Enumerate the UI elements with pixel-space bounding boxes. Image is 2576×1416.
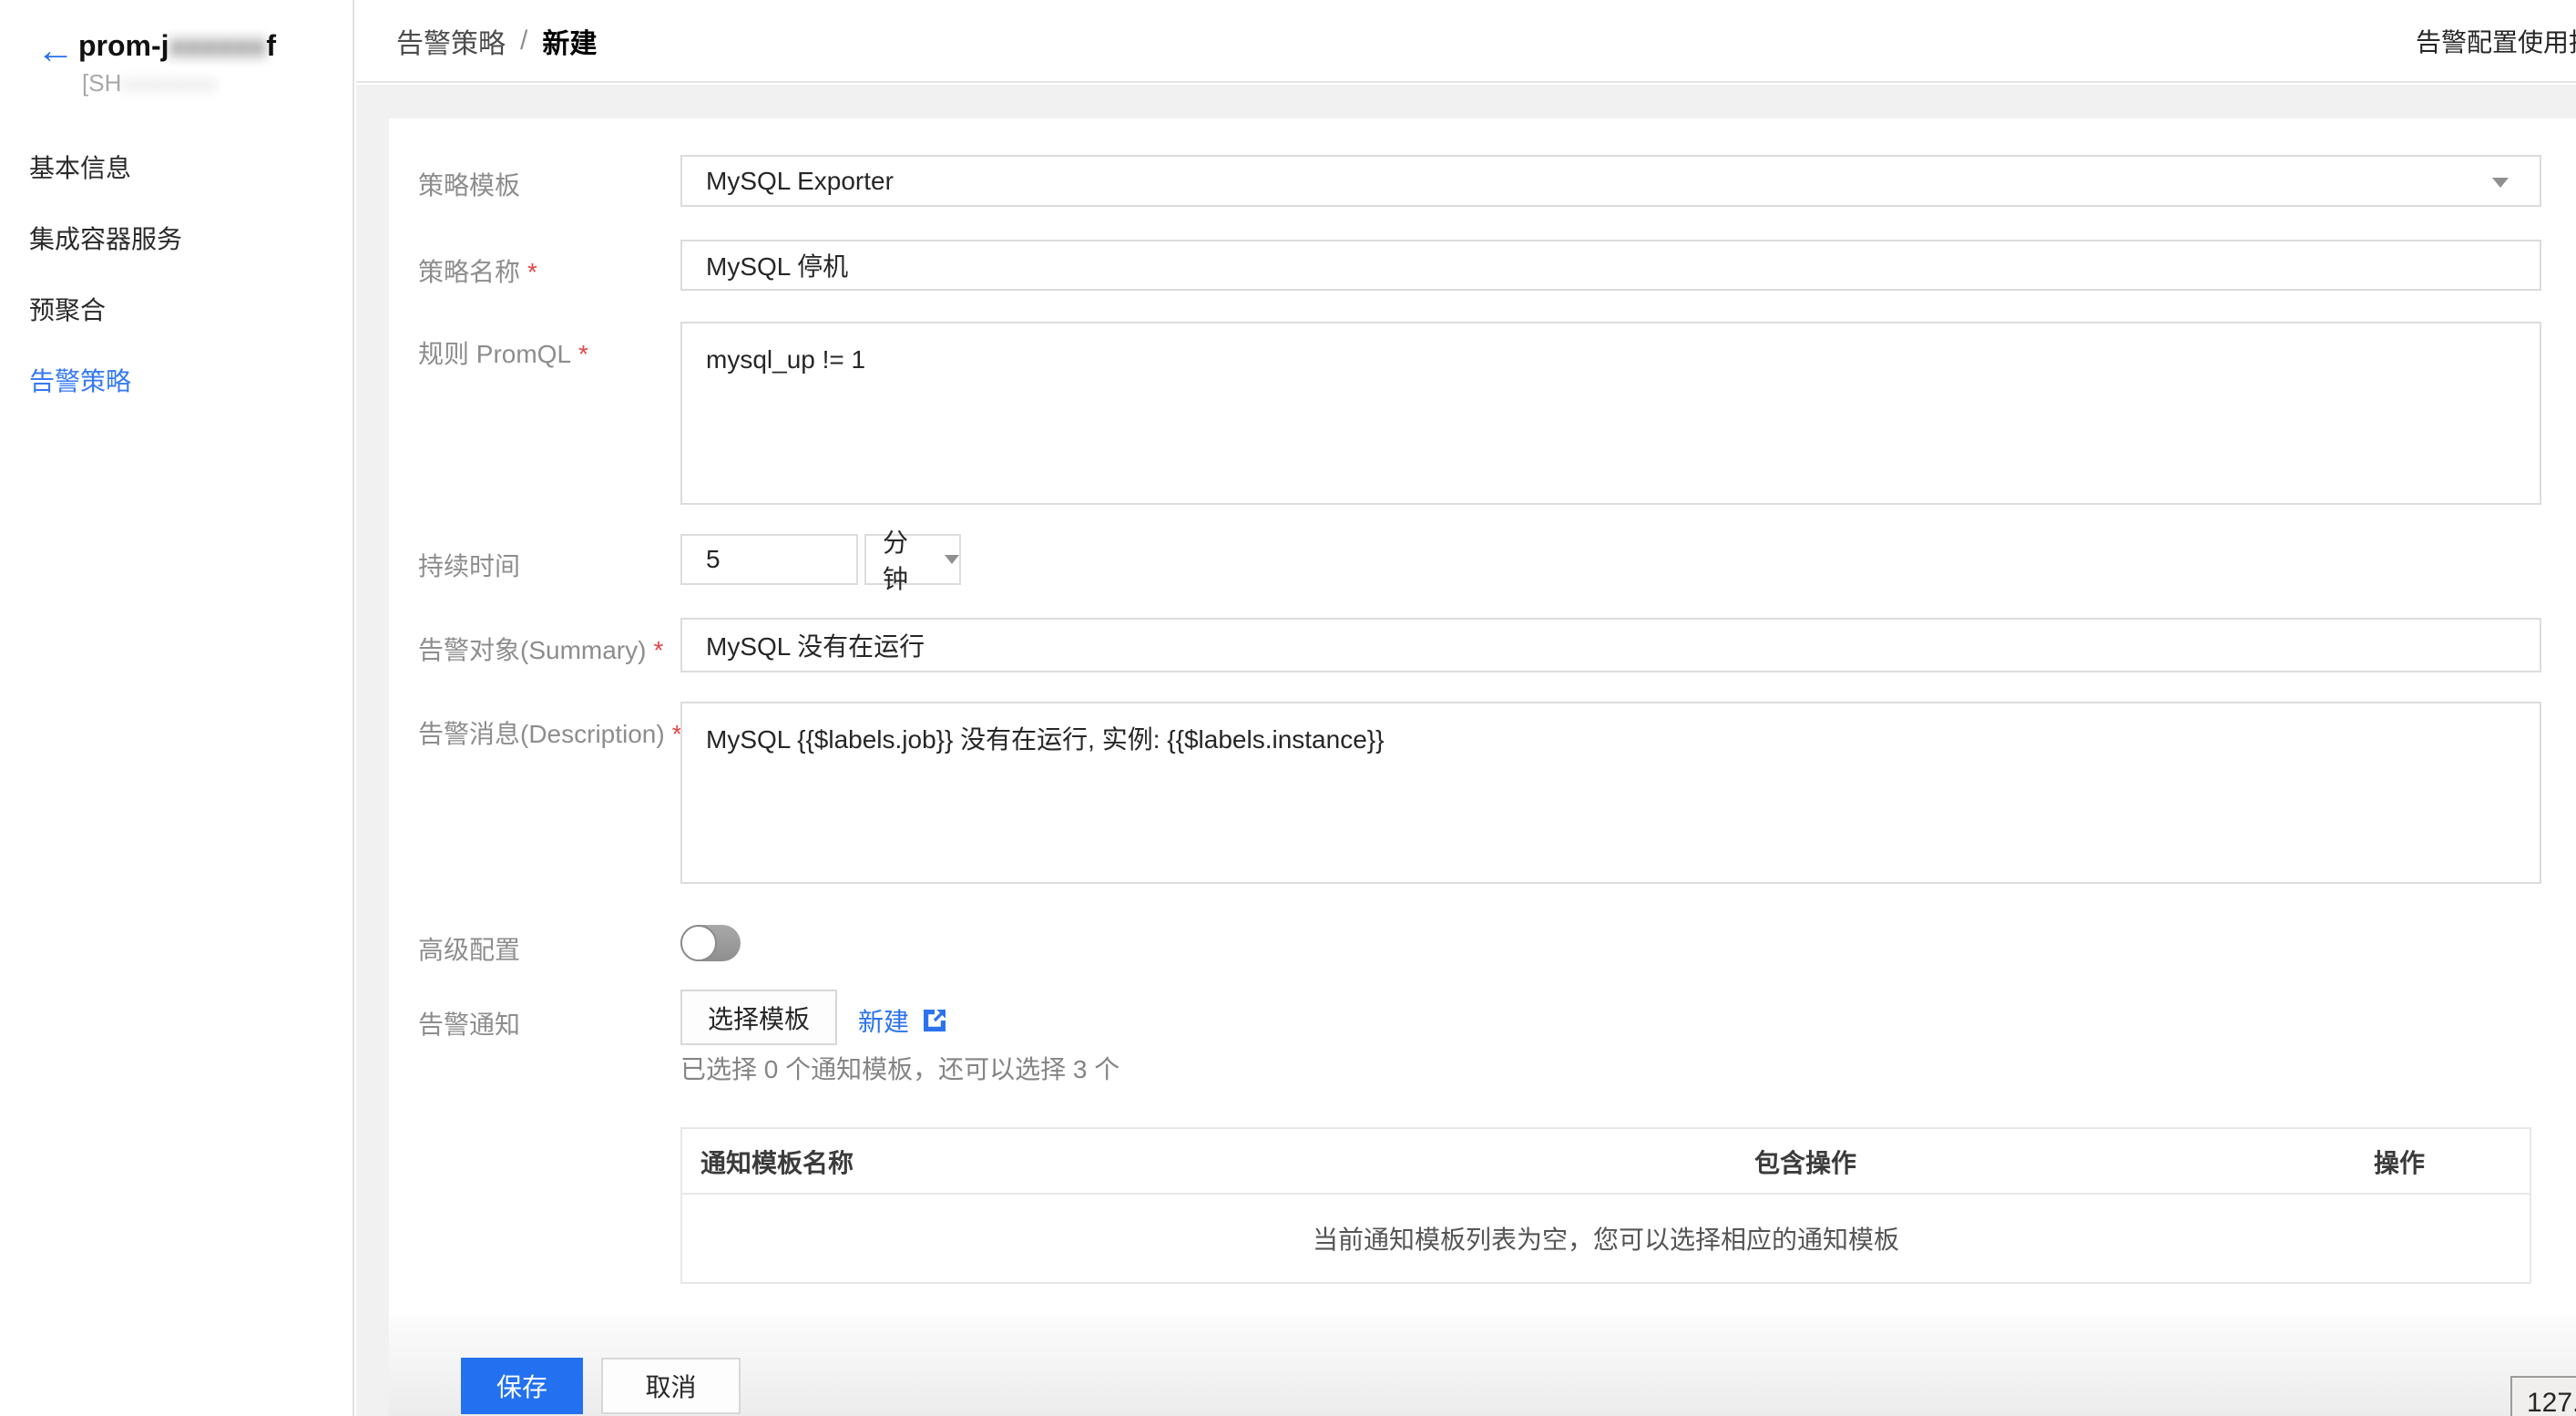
new-template-link-text: 新建	[858, 1002, 909, 1039]
policy-template-value: MySQL Exporter	[706, 167, 894, 196]
promql-label-text: 规则 PromQL	[418, 340, 571, 368]
sidebar-item-container-service[interactable]: 集成容器服务	[0, 204, 353, 275]
instance-title-suffix: f	[266, 29, 276, 62]
required-mark: *	[653, 636, 663, 664]
duration-unit-select[interactable]: 分钟	[864, 534, 961, 585]
policy-name-label-text: 策略名称	[418, 258, 520, 286]
footer-action-bar: 保存 取消	[389, 1315, 2576, 1416]
instance-subtitle: [SHxxxxxxxx	[82, 69, 216, 97]
column-header-template-name: 通知模板名称	[700, 1129, 854, 1195]
policy-template-select[interactable]: MySQL Exporter	[680, 155, 2541, 207]
sidebar: ← prom-jxxxxxxf [SHxxxxxxxx 基本信息 集成容器服务 …	[0, 0, 354, 1416]
toggle-knob	[680, 925, 717, 961]
instance-title-prefix: prom-j	[78, 29, 169, 62]
topbar: 告警策略 / 新建 告警配置使用指南	[356, 0, 2576, 83]
new-template-link[interactable]: 新建	[858, 1002, 949, 1039]
description-label-text: 告警消息(Description)	[418, 720, 665, 748]
alert-notification-label: 告警通知	[418, 1005, 520, 1041]
duration-input[interactable]: 5	[680, 534, 858, 585]
summary-input[interactable]: MySQL 没有在运行	[680, 618, 2541, 672]
advanced-config-toggle[interactable]	[680, 925, 741, 961]
table-header-row: 通知模板名称 包含操作 操作	[682, 1129, 2530, 1195]
duration-label: 持续时间	[418, 547, 520, 583]
promql-textarea[interactable]: mysql_up != 1	[680, 322, 2541, 505]
select-template-button[interactable]: 选择模板	[680, 990, 837, 1045]
instance-subtitle-prefix: [SH	[82, 69, 121, 97]
promql-label: 规则 PromQL*	[418, 334, 588, 371]
sidebar-item-basic-info[interactable]: 基本信息	[0, 133, 353, 204]
chevron-down-icon	[945, 555, 959, 564]
sidebar-item-pre-aggregation[interactable]: 预聚合	[0, 275, 353, 346]
alert-policy-form-card: 策略模板 MySQL Exporter 策略名称* MySQL 停机 规则 Pr…	[389, 118, 2576, 1315]
breadcrumb-parent[interactable]: 告警策略	[396, 21, 506, 61]
required-mark: *	[527, 258, 537, 286]
breadcrumb-separator: /	[520, 26, 527, 56]
policy-template-label: 策略模板	[418, 166, 520, 202]
promql-value: mysql_up != 1	[706, 345, 865, 374]
policy-name-label: 策略名称*	[418, 252, 537, 289]
policy-name-value: MySQL 停机	[706, 247, 848, 283]
instance-title: prom-jxxxxxxf	[78, 29, 276, 63]
description-textarea[interactable]: MySQL {{$labels.job}} 没有在运行, 实例: {{$labe…	[680, 702, 2541, 884]
policy-name-input[interactable]: MySQL 停机	[680, 240, 2541, 291]
main-content: 策略模板 MySQL Exporter 策略名称* MySQL 停机 规则 Pr…	[356, 85, 2576, 1416]
notification-template-table: 通知模板名称 包含操作 操作 当前通知模板列表为空，您可以选择相应的通知模板	[680, 1127, 2531, 1284]
sidebar-nav: 基本信息 集成容器服务 预聚合 告警策略	[0, 133, 353, 417]
duration-unit-value: 分钟	[883, 523, 932, 596]
selected-templates-info: 已选择 0 个通知模板，还可以选择 3 个	[680, 1050, 1119, 1086]
app-window: ← prom-jxxxxxxf [SHxxxxxxxx 基本信息 集成容器服务 …	[0, 0, 2576, 1416]
required-mark: *	[578, 340, 588, 368]
table-empty-row: 当前通知模板列表为空，您可以选择相应的通知模板	[682, 1195, 2530, 1282]
summary-label-text: 告警对象(Summary)	[418, 636, 646, 664]
breadcrumb: 告警策略 / 新建	[396, 0, 597, 81]
chevron-down-icon	[2492, 178, 2509, 188]
column-header-actions: 操作	[2374, 1129, 2425, 1195]
sidebar-item-alert-policy[interactable]: 告警策略	[0, 346, 353, 417]
host-address-text: 127.0	[2527, 1388, 2576, 1416]
summary-label: 告警对象(Summary)*	[418, 631, 663, 667]
breadcrumb-current: 新建	[542, 21, 597, 61]
save-button[interactable]: 保存	[461, 1358, 583, 1414]
duration-value: 5	[706, 545, 721, 574]
instance-subtitle-redacted: xxxxxxxx	[121, 69, 216, 97]
column-header-included-operations: 包含操作	[1754, 1129, 1856, 1195]
summary-value: MySQL 没有在运行	[706, 627, 925, 663]
external-link-icon	[920, 1006, 949, 1035]
instance-title-redacted: xxxxxx	[169, 29, 267, 62]
cancel-button[interactable]: 取消	[601, 1358, 741, 1414]
description-label: 告警消息(Description)*	[418, 714, 682, 751]
table-empty-text: 当前通知模板列表为空，您可以选择相应的通知模板	[1313, 1220, 1899, 1257]
advanced-config-label: 高级配置	[418, 930, 520, 967]
back-arrow-icon[interactable]: ←	[36, 31, 75, 69]
alert-config-guide-link[interactable]: 告警配置使用指南	[2416, 0, 2576, 81]
host-address-tooltip: 127.0	[2510, 1376, 2576, 1416]
description-value: MySQL {{$labels.job}} 没有在运行, 实例: {{$labe…	[706, 725, 1384, 754]
